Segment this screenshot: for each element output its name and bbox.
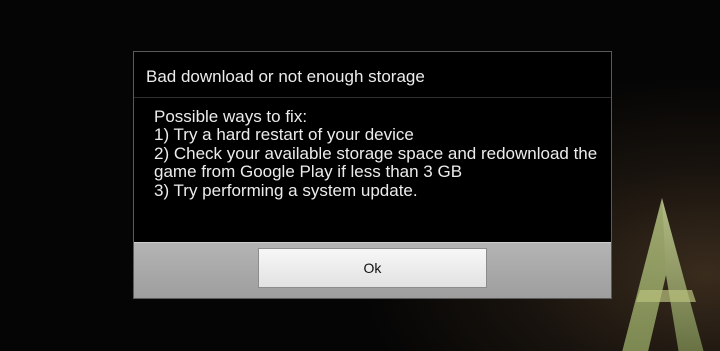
dialog-message: Possible ways to fix: 1) Try a hard rest… — [154, 107, 598, 200]
dialog-title: Bad download or not enough storage — [134, 52, 611, 98]
ok-button[interactable]: Ok — [258, 248, 487, 288]
error-dialog: Bad download or not enough storage Possi… — [133, 51, 612, 299]
dialog-button-bar: Ok — [134, 242, 611, 298]
ark-logo-icon — [600, 180, 720, 351]
